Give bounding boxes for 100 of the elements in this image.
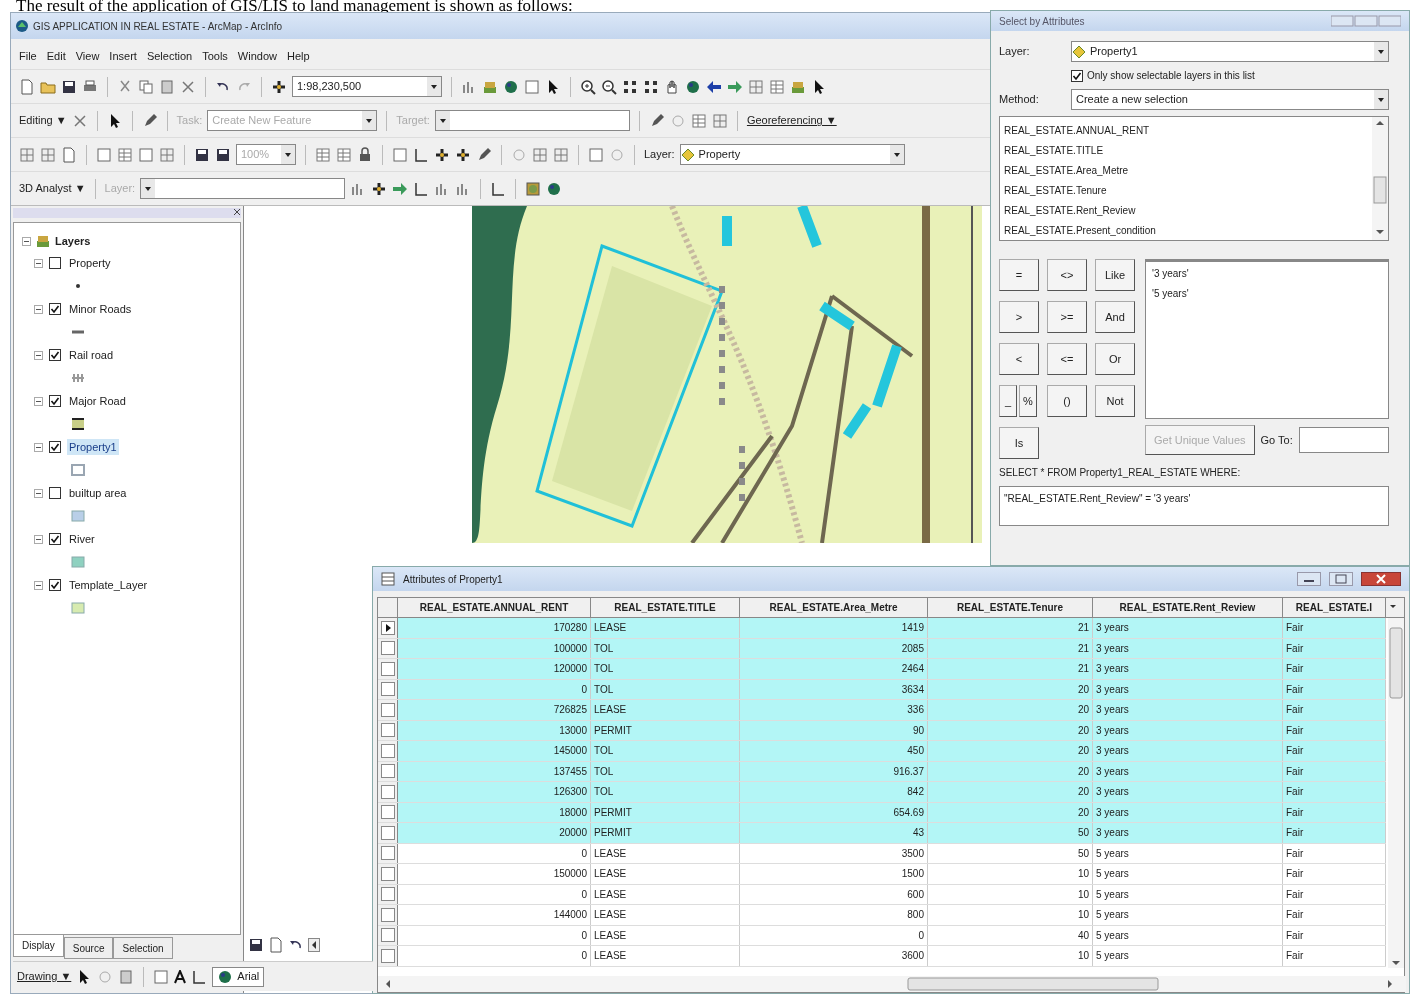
goto-field[interactable] [1298, 427, 1389, 453]
layer-name[interactable]: River [67, 530, 97, 548]
collapse-icon[interactable] [22, 236, 31, 246]
field-item[interactable]: REAL_ESTATE.Present_condition [1004, 221, 1368, 241]
square-icon[interactable] [96, 146, 112, 163]
table-row[interactable]: 0 LEASE 0 40 5 years Fair [378, 925, 1386, 946]
table-row[interactable]: 137455 TOL 916.37 20 3 years Fair [378, 761, 1386, 782]
operator-button[interactable]: >= [1047, 301, 1087, 333]
georeferencing-menu[interactable]: Georeferencing ▼ [746, 112, 837, 129]
plus-icon[interactable] [455, 146, 471, 163]
angle-icon[interactable] [490, 180, 507, 197]
scrollbar-icon[interactable] [1372, 117, 1388, 240]
values-list[interactable]: '3 years' '5 years' [1145, 259, 1389, 419]
layer-name[interactable]: builtup area [67, 484, 129, 502]
save-icon[interactable] [194, 146, 210, 163]
layer-checkbox[interactable] [49, 257, 61, 269]
clipboard-icon[interactable] [118, 968, 135, 985]
layer-checkbox[interactable] [49, 441, 61, 453]
menu-item[interactable]: Help [286, 47, 310, 65]
checkbox[interactable] [1071, 69, 1083, 82]
font-color-icon[interactable] [174, 969, 187, 984]
right-arrow-icon[interactable] [727, 78, 743, 95]
field-item[interactable]: REAL_ESTATE.Tenure [1004, 181, 1368, 201]
menu-item[interactable]: File [19, 47, 37, 65]
target-field[interactable] [434, 110, 630, 131]
save-icon[interactable] [61, 78, 77, 95]
operator-button[interactable]: > [999, 301, 1039, 333]
collapse-icon[interactable] [34, 396, 43, 406]
grid-icon[interactable] [711, 112, 728, 129]
table-icon[interactable] [117, 146, 133, 163]
table-row[interactable]: 100000 TOL 2085 21 3 years Fair [378, 638, 1386, 659]
page-icon[interactable] [268, 937, 284, 953]
analyst-layer-field[interactable] [140, 178, 346, 199]
expression-field[interactable]: "REAL_ESTATE.Rent_Review" = '3 years' [999, 486, 1389, 526]
table-icon[interactable] [769, 78, 785, 95]
maximize-icon[interactable] [1329, 572, 1353, 586]
square-icon[interactable] [138, 146, 154, 163]
angle-icon[interactable] [413, 146, 429, 163]
field-item[interactable]: REAL_ESTATE.Area_Metre [1004, 161, 1368, 181]
lock-icon[interactable] [357, 146, 373, 163]
angle-icon[interactable] [191, 968, 208, 985]
clipboard-icon[interactable] [159, 78, 175, 95]
layer-checkbox[interactable] [49, 395, 61, 407]
table-row[interactable]: 120000 TOL 2464 21 3 years Fair [378, 659, 1386, 680]
table-row[interactable]: 0 LEASE 3500 50 5 years Fair [378, 843, 1386, 864]
column-header[interactable]: REAL_ESTATE.Tenure [928, 598, 1093, 617]
font-field[interactable]: Arial [212, 966, 265, 987]
table-icon[interactable] [690, 112, 707, 129]
horizontal-scrollbar-icon[interactable] [378, 976, 1406, 992]
layer-checkbox[interactable] [49, 533, 61, 545]
square-icon[interactable] [392, 146, 408, 163]
operator-button[interactable]: Like [1095, 259, 1135, 291]
method-field[interactable]: Create a new selection [1071, 89, 1389, 110]
globe-icon[interactable] [685, 78, 701, 95]
page-icon[interactable] [61, 146, 77, 163]
analyst-menu[interactable]: 3D Analyst ▼ [19, 180, 86, 197]
table-row[interactable]: 13000 PERMIT 90 20 3 years Fair [378, 720, 1386, 741]
table-icon[interactable] [336, 146, 352, 163]
menu-item[interactable]: Edit [46, 47, 66, 65]
operator-button[interactable]: Not [1095, 385, 1135, 417]
table-row[interactable]: 18000 PERMIT 654.69 20 3 years Fair [378, 802, 1386, 823]
table-row[interactable]: 150000 LEASE 1500 10 5 years Fair [378, 864, 1386, 885]
column-header[interactable]: REAL_ESTATE.Area_Metre [740, 598, 928, 617]
tile-icon[interactable] [525, 180, 542, 197]
table-row[interactable]: 145000 TOL 450 20 3 years Fair [378, 741, 1386, 762]
minimize-icon[interactable] [1297, 572, 1321, 586]
layer-name[interactable]: Property1 [67, 438, 119, 456]
plus-icon[interactable] [271, 78, 287, 95]
table-row[interactable]: 726825 LEASE 336 20 3 years Fair [378, 700, 1386, 721]
row-selector-icon[interactable] [380, 620, 395, 635]
operator-button[interactable]: <= [1047, 343, 1087, 375]
value-item[interactable]: '5 years' [1152, 286, 1382, 306]
plus-icon[interactable] [434, 146, 450, 163]
operator-button[interactable]: = [999, 259, 1039, 291]
layer-checkbox[interactable] [49, 579, 61, 591]
panel-tab[interactable]: Display [13, 935, 64, 957]
operator-button[interactable]: And [1095, 301, 1135, 333]
operator-button[interactable]: < [999, 343, 1039, 375]
plus-icon[interactable] [371, 180, 388, 197]
menu-item[interactable]: Selection [146, 47, 193, 65]
save-icon[interactable] [248, 937, 264, 953]
field-list[interactable]: REAL_ESTATE.ANNUAL_RENT REAL_ESTATE.TITLE REAL_ESTATE.Area_Metre REAL_ESTATE.Tenure REAL_ESTATE.Rent_Review REAL_ESTATE.Present_condition [999, 116, 1389, 241]
page-icon[interactable] [19, 78, 35, 95]
menu-item[interactable]: View [75, 47, 100, 65]
square-icon[interactable] [588, 146, 604, 163]
angle-icon[interactable] [413, 180, 430, 197]
grid-icon[interactable] [532, 146, 548, 163]
operator-button[interactable]: % [1019, 385, 1037, 417]
table-row[interactable]: 170280 LEASE 1419 21 3 years Fair [378, 618, 1386, 639]
scroll-left-icon[interactable] [308, 938, 320, 952]
column-header[interactable]: REAL_ESTATE.I [1283, 598, 1386, 617]
collapse-icon[interactable] [34, 442, 43, 452]
menu-item[interactable]: Window [237, 47, 277, 65]
layers-heading[interactable]: Layers [55, 232, 91, 250]
zoom-in-icon[interactable] [580, 78, 596, 95]
operator-button[interactable]: <> [1047, 259, 1087, 291]
grid-icon[interactable] [40, 146, 56, 163]
layer-name[interactable]: Minor Roads [67, 300, 134, 318]
editor-menu[interactable]: Editing ▼ [19, 112, 67, 129]
layer-field[interactable]: Property1 [1071, 41, 1389, 62]
